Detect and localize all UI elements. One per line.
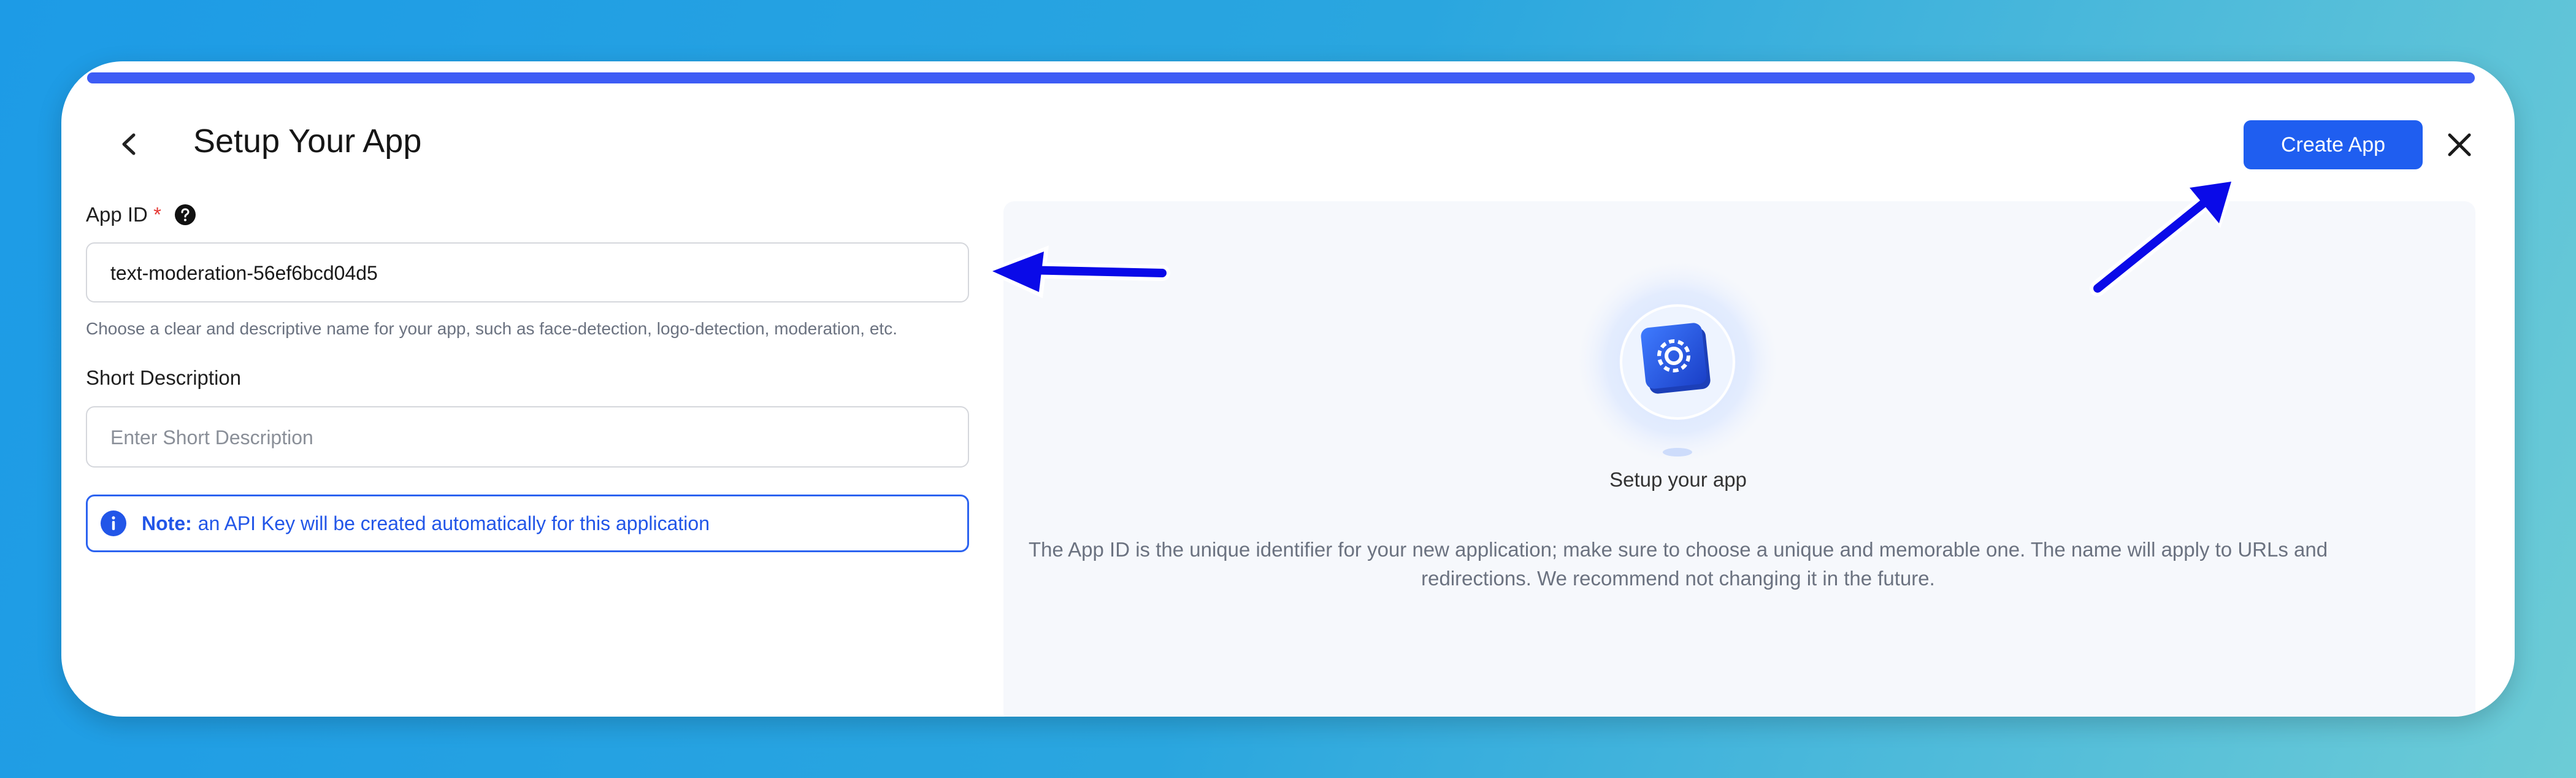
short-description-input[interactable]: Enter Short Description — [86, 406, 969, 468]
back-button[interactable] — [110, 123, 147, 166]
page-title: Setup Your App — [193, 123, 422, 160]
note-prefix: Note: — [142, 512, 192, 534]
setup-app-modal: Setup Your App Create App App ID * text-… — [61, 61, 2515, 717]
required-mark: * — [153, 203, 161, 226]
info-circle-icon — [101, 510, 126, 536]
chevron-left-icon — [122, 133, 136, 155]
app-id-input[interactable]: text-moderation-56ef6bcd04d5 — [86, 242, 969, 302]
app-id-label: App ID * — [86, 202, 161, 227]
gear-cube-icon — [1576, 261, 1779, 460]
api-key-note: Note: an API Key will be created automat… — [86, 495, 969, 552]
panel-heading: Setup your app — [1609, 468, 1747, 491]
close-button[interactable] — [2441, 126, 2478, 163]
create-app-button[interactable]: Create App — [2244, 120, 2423, 169]
close-icon — [2448, 133, 2471, 156]
progress-bar — [87, 72, 2475, 83]
short-description-label: Short Description — [86, 366, 242, 389]
question-circle-icon — [175, 204, 196, 225]
panel-description: The App ID is the unique identifier for … — [1028, 538, 2328, 590]
app-id-label-text: App ID — [86, 203, 148, 226]
app-id-hint: Choose a clear and descriptive name for … — [86, 319, 897, 338]
note-text: an API Key will be created automatically… — [197, 512, 710, 534]
help-button[interactable] — [174, 204, 196, 226]
